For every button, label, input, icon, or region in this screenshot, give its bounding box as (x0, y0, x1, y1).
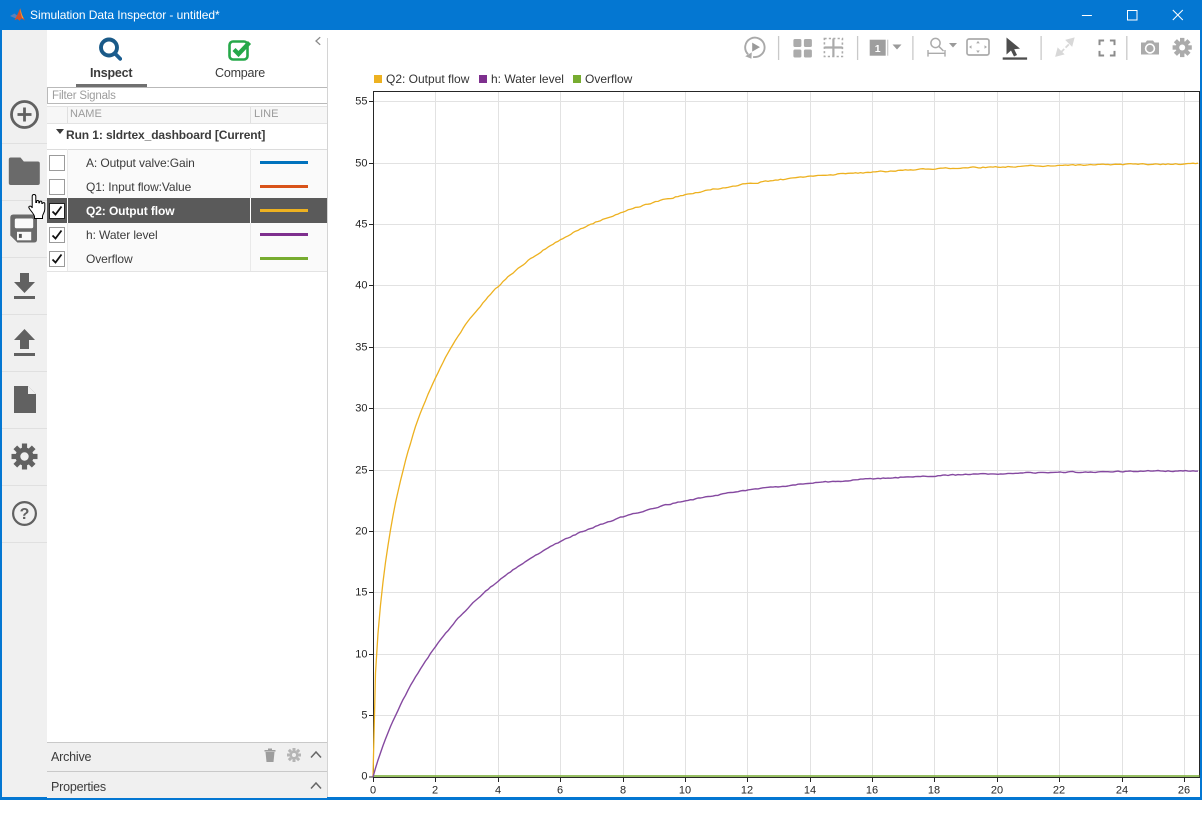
svg-text:8: 8 (620, 785, 626, 797)
svg-text:2: 2 (432, 785, 438, 797)
svg-text:15: 15 (355, 587, 367, 599)
svg-text:24: 24 (1116, 785, 1128, 797)
svg-text:10: 10 (355, 649, 367, 661)
svg-text:1: 1 (875, 43, 881, 55)
svg-text:18: 18 (928, 785, 940, 797)
svg-text:0: 0 (370, 785, 376, 797)
svg-text:25: 25 (355, 465, 367, 477)
svg-text:30: 30 (355, 403, 367, 415)
svg-text:20: 20 (991, 785, 1003, 797)
svg-text:26: 26 (1178, 785, 1190, 797)
svg-text:40: 40 (355, 280, 367, 292)
svg-text:50: 50 (355, 158, 367, 170)
svg-text:?: ? (20, 506, 30, 523)
svg-text:10: 10 (679, 785, 691, 797)
svg-text:16: 16 (866, 785, 878, 797)
svg-text:6: 6 (557, 785, 563, 797)
svg-text:12: 12 (741, 785, 753, 797)
svg-text:55: 55 (355, 96, 367, 108)
svg-text:4: 4 (495, 785, 501, 797)
svg-text:5: 5 (361, 710, 367, 722)
svg-text:14: 14 (804, 785, 816, 797)
svg-text:22: 22 (1053, 785, 1065, 797)
svg-text:20: 20 (355, 526, 367, 538)
svg-text:0: 0 (361, 771, 367, 783)
svg-text:45: 45 (355, 219, 367, 231)
svg-text:35: 35 (355, 342, 367, 354)
